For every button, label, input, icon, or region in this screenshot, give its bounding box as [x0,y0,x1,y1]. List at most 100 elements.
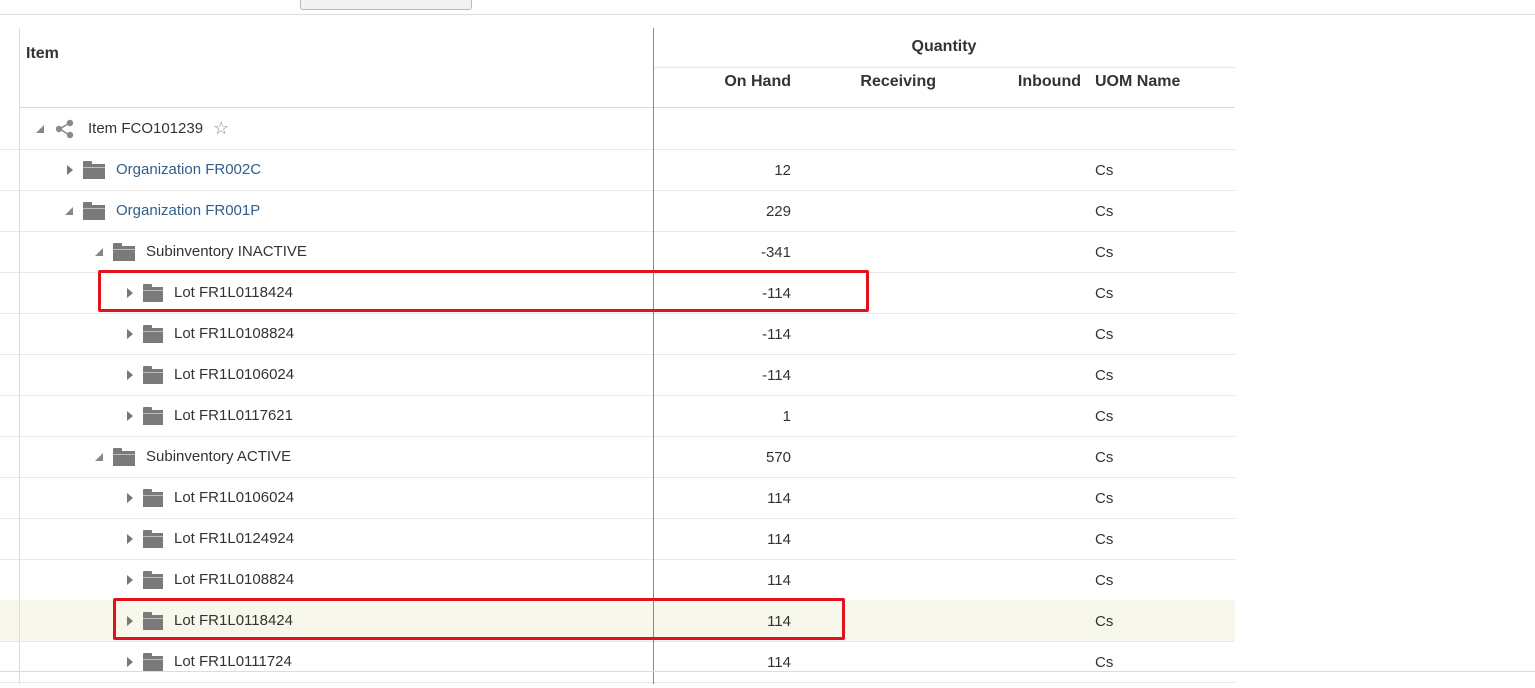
on-hand-cell: 229 [765,203,791,220]
row-selector[interactable] [0,600,20,641]
row-selector[interactable] [0,518,20,559]
folder-icon [143,570,163,589]
expand-triangle-icon[interactable] [63,163,77,177]
item-cell: Subinventory INACTIVE [93,231,307,272]
onhand-tree-table: Item Quantity On Hand Receiving Inbound … [0,14,1235,684]
row-selector[interactable] [0,395,20,436]
expand-triangle-icon[interactable] [123,409,137,423]
row-selector[interactable] [0,436,20,477]
frozen-column-divider [653,28,654,684]
uom-cell: Cs [1095,326,1114,343]
collapse-triangle-icon[interactable] [34,122,48,136]
column-header-uom-name[interactable]: UOM Name [1095,73,1180,91]
expand-triangle-icon[interactable] [123,573,137,587]
lot-label: Lot FR1L0124924 [174,530,295,547]
on-hand-cell: 114 [767,654,791,671]
collapse-triangle-icon[interactable] [93,245,107,259]
folder-icon [143,406,163,425]
table-row[interactable]: Lot FR1L0106024 -114 Cs [0,354,1235,396]
item-cell: Organization FR002C [63,149,261,190]
item-cell: Lot FR1L0111724 [123,641,292,682]
row-selector[interactable] [0,559,20,600]
lot-label: Lot FR1L0106024 [174,489,295,506]
favorite-star-icon[interactable]: ☆ [213,118,229,139]
uom-cell: Cs [1095,654,1114,671]
on-hand-cell: 12 [774,162,791,179]
uom-cell: Cs [1095,285,1114,302]
uom-cell: Cs [1095,572,1114,589]
expand-triangle-icon[interactable] [123,655,137,669]
table-row[interactable]: Lot FR1L0118424 114 Cs [0,600,1235,642]
lot-label: Lot FR1L0108824 [174,325,295,342]
folder-icon [113,242,135,261]
on-hand-cell: -114 [762,367,791,384]
header-divider [653,67,1235,68]
column-header-inbound[interactable]: Inbound [945,73,1081,91]
uom-cell: Cs [1095,613,1114,630]
on-hand-cell: 114 [767,490,791,507]
lot-label: Lot FR1L0106024 [174,366,295,383]
top-toolbar [0,0,1535,15]
column-header-on-hand[interactable]: On Hand [653,73,791,91]
expand-triangle-icon[interactable] [123,491,137,505]
row-selector[interactable] [0,313,20,354]
expand-triangle-icon[interactable] [123,614,137,628]
item-cell: Lot FR1L0106024 [123,477,294,518]
uom-cell: Cs [1095,490,1114,507]
folder-icon [143,488,163,507]
on-hand-cell: 114 [767,613,791,630]
table-row[interactable]: Subinventory INACTIVE -341 Cs [0,231,1235,273]
on-hand-cell: -341 [760,244,791,261]
column-group-quantity: Quantity [911,38,977,55]
item-label: Item FCO101239 [88,120,204,137]
item-cell: Lot FR1L0117621 [123,395,293,436]
table-row[interactable]: Organization FR002C 12 Cs [0,149,1235,191]
table-row[interactable]: Lot FR1L0106024 114 Cs [0,477,1235,519]
organization-label[interactable]: Organization FR001P [116,202,260,219]
lot-label: Lot FR1L0118424 [174,284,293,301]
on-hand-cell: -114 [762,326,791,343]
row-selector[interactable] [0,477,20,518]
row-selector[interactable] [0,641,20,682]
folder-icon [83,160,105,179]
on-hand-cell: 1 [782,408,791,425]
row-selector[interactable] [0,149,20,190]
bottom-border [0,671,1535,672]
lot-label: Lot FR1L0118424 [174,612,293,629]
folder-icon [143,365,163,384]
item-cell: Lot FR1L0106024 [123,354,294,395]
row-selector[interactable] [0,231,20,272]
table-row[interactable]: Lot FR1L0111724 114 Cs [0,641,1235,683]
on-hand-cell [653,108,791,149]
on-hand-cell: 570 [765,449,791,466]
table-row[interactable]: Lot FR1L0117621 1 Cs [0,395,1235,437]
table-row[interactable]: Subinventory ACTIVE 570 Cs [0,436,1235,478]
table-row[interactable]: Lot FR1L0108824 114 Cs [0,559,1235,601]
expand-triangle-icon[interactable] [123,532,137,546]
item-cell: Item FCO101239 ☆ [34,108,229,149]
row-selector[interactable] [0,272,20,313]
table-row[interactable]: Lot FR1L0124924 114 Cs [0,518,1235,560]
collapse-triangle-icon[interactable] [63,204,77,218]
row-selector[interactable] [0,354,20,395]
column-header-receiving[interactable]: Receiving [800,73,936,91]
table-row[interactable]: Lot FR1L0108824 -114 Cs [0,313,1235,355]
toolbar-tab[interactable] [300,0,472,10]
table-row[interactable]: Lot FR1L0118424 -114 Cs [0,272,1235,314]
item-cell: Subinventory ACTIVE [93,436,291,477]
column-header-item[interactable]: Item [26,45,59,63]
folder-icon [143,324,163,343]
expand-triangle-icon[interactable] [123,368,137,382]
table-row[interactable]: Item FCO101239 ☆ [0,108,1235,150]
expand-triangle-icon[interactable] [123,286,137,300]
on-hand-cell: 114 [767,531,791,548]
uom-cell: Cs [1095,162,1114,179]
table-row[interactable]: Organization FR001P 229 Cs [0,190,1235,232]
expand-triangle-icon[interactable] [123,327,137,341]
collapse-triangle-icon[interactable] [93,450,107,464]
organization-label[interactable]: Organization FR002C [116,161,261,178]
item-cell: Lot FR1L0118424 [123,600,293,641]
row-selector[interactable] [0,190,20,231]
row-selector[interactable] [0,108,20,149]
folder-icon [83,201,105,220]
